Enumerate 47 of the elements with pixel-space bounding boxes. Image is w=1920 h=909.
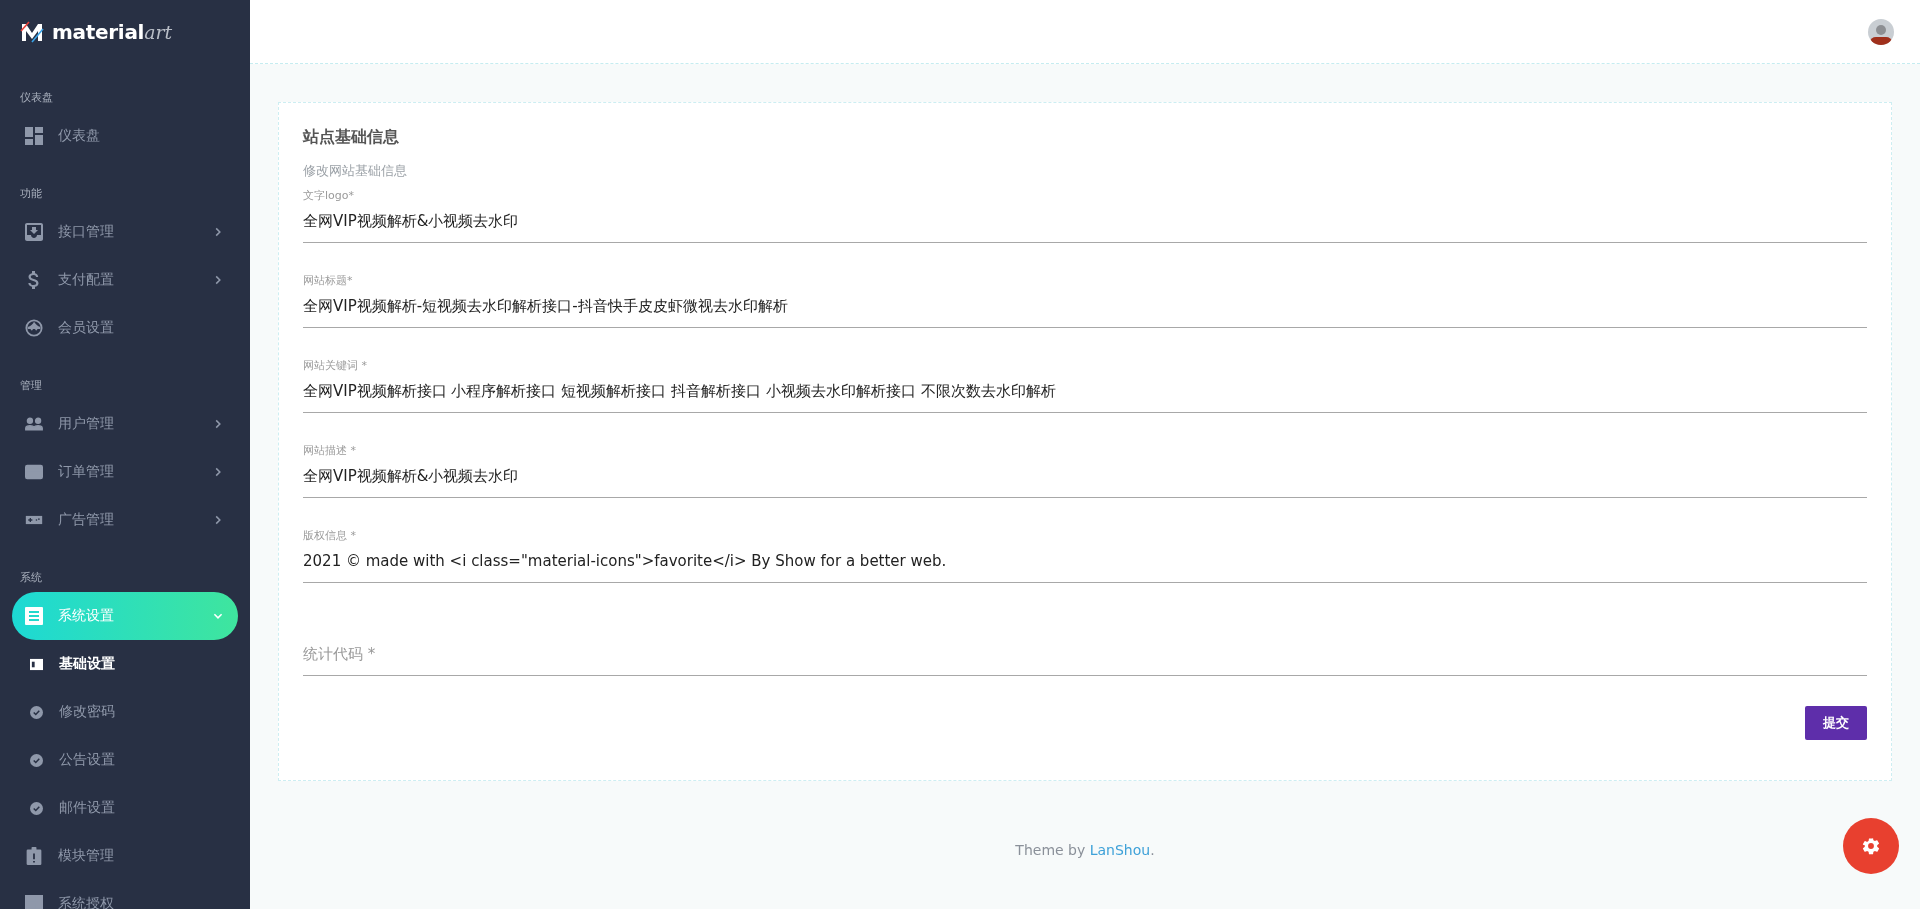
section-title: 功能 xyxy=(19,186,43,202)
inbox-icon xyxy=(25,223,43,241)
check-circle-icon xyxy=(30,801,43,815)
field-label: 文字logo* xyxy=(303,188,355,204)
footer-link[interactable]: LanShou xyxy=(1089,842,1151,858)
logo-icon xyxy=(19,21,45,43)
section-title: 系统 xyxy=(19,570,43,586)
check-circle-icon xyxy=(30,753,43,767)
section-title: 管理 xyxy=(19,378,43,394)
menu-item[interactable]: 接口管理 xyxy=(12,208,238,256)
submenu-item[interactable]: 基础设置 xyxy=(0,640,250,688)
field-label: 网站描述 * xyxy=(303,443,357,459)
avatar-icon[interactable] xyxy=(1868,18,1894,45)
field-label: 网站关键词 * xyxy=(303,358,368,374)
label-icon xyxy=(30,657,43,671)
submenu-item[interactable]: 修改密码 xyxy=(0,688,250,736)
field-label: 网站标题* xyxy=(303,273,354,289)
input-field[interactable]: 2021 © made with <i class="material-icons">favorite</i> By Show for a better web. xyxy=(303,544,1867,583)
menu-item[interactable]: 仪表盘 xyxy=(12,112,238,160)
submit-button[interactable]: 提交 xyxy=(1805,706,1867,740)
card-title: 站点基础信息 xyxy=(303,127,400,148)
check-circle-icon xyxy=(30,705,43,719)
clipboard-alert-icon xyxy=(25,847,43,865)
people-icon xyxy=(25,415,43,433)
menu-item[interactable]: 用户管理 xyxy=(12,400,238,448)
card-subtitle: 修改网站基础信息 xyxy=(303,162,408,180)
logo-accent: art xyxy=(144,21,173,43)
input-field[interactable]: 全网VIP视频解析&小视频去水印 xyxy=(303,204,1867,243)
submenu-item[interactable]: 邮件设置 xyxy=(0,784,250,832)
input-field[interactable]: 全网VIP视频解析&小视频去水印 xyxy=(303,459,1867,498)
input-field[interactable]: 全网VIP视频解析-短视频去水印解析接口-抖音快手皮皮虾微视去水印解析 xyxy=(303,289,1867,328)
input-field[interactable]: 统计代码 * xyxy=(303,637,1867,676)
dashboard-icon xyxy=(25,127,43,145)
submenu-item[interactable]: 公告设置 xyxy=(0,736,250,784)
settings-icon xyxy=(1861,836,1881,856)
menu-item[interactable]: 广告管理 xyxy=(12,496,238,544)
menu-item[interactable]: 模块管理 xyxy=(12,832,238,880)
settings-button[interactable] xyxy=(1843,818,1899,874)
menu-item[interactable]: 订单管理 xyxy=(12,448,238,496)
document-icon xyxy=(25,607,43,625)
menu-item[interactable]: 会员设置 xyxy=(12,304,238,352)
field-label: 版权信息 * xyxy=(303,528,357,544)
input-field[interactable]: 全网VIP视频解析接口 小程序解析接口 短视频解析接口 抖音解析接口 小视频去水印解析接口 不限次数去水印解析 xyxy=(303,374,1867,413)
section-title: 仪表盘 xyxy=(19,90,54,106)
footer-text: Theme by LanShou. xyxy=(1015,842,1155,858)
menu-item[interactable]: 支付配置 xyxy=(12,256,238,304)
logo-text: material xyxy=(52,20,145,44)
